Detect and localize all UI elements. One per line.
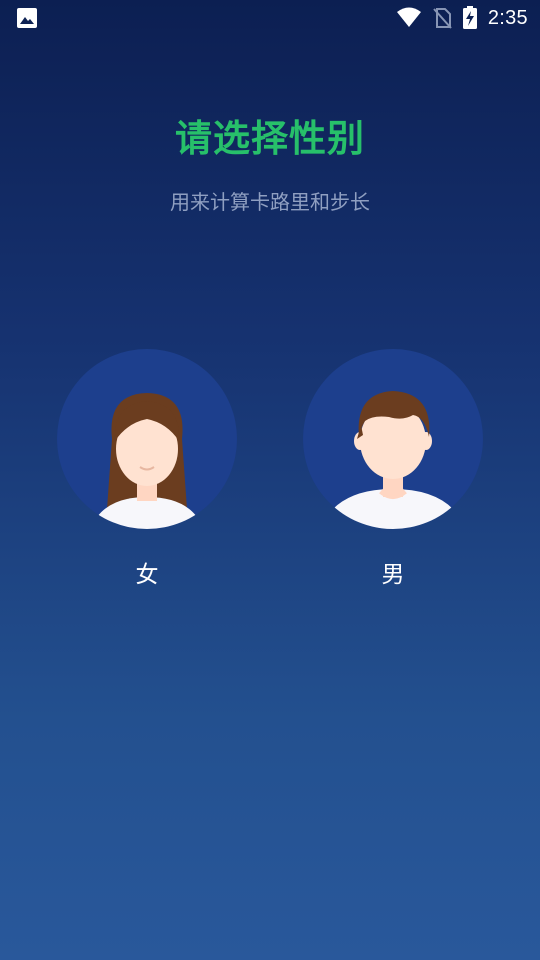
male-label[interactable]: 男 <box>303 555 483 589</box>
male-avatar-icon[interactable] <box>303 349 483 529</box>
status-bar: 2:35 <box>0 0 540 36</box>
battery-charging-icon <box>462 6 478 30</box>
male-option-button[interactable]: 男 <box>303 349 483 589</box>
female-option-button[interactable]: 女 <box>57 349 237 589</box>
female-avatar-icon[interactable] <box>57 349 237 529</box>
image-icon <box>16 7 38 29</box>
page-subtitle: 用来计算卡路里和步长 <box>170 190 370 214</box>
female-label[interactable]: 女 <box>57 555 237 589</box>
no-sim-icon <box>432 7 452 29</box>
wifi-icon <box>396 7 422 29</box>
page-title: 请选择性别 <box>175 117 365 160</box>
status-time: 2:35 <box>487 6 528 29</box>
